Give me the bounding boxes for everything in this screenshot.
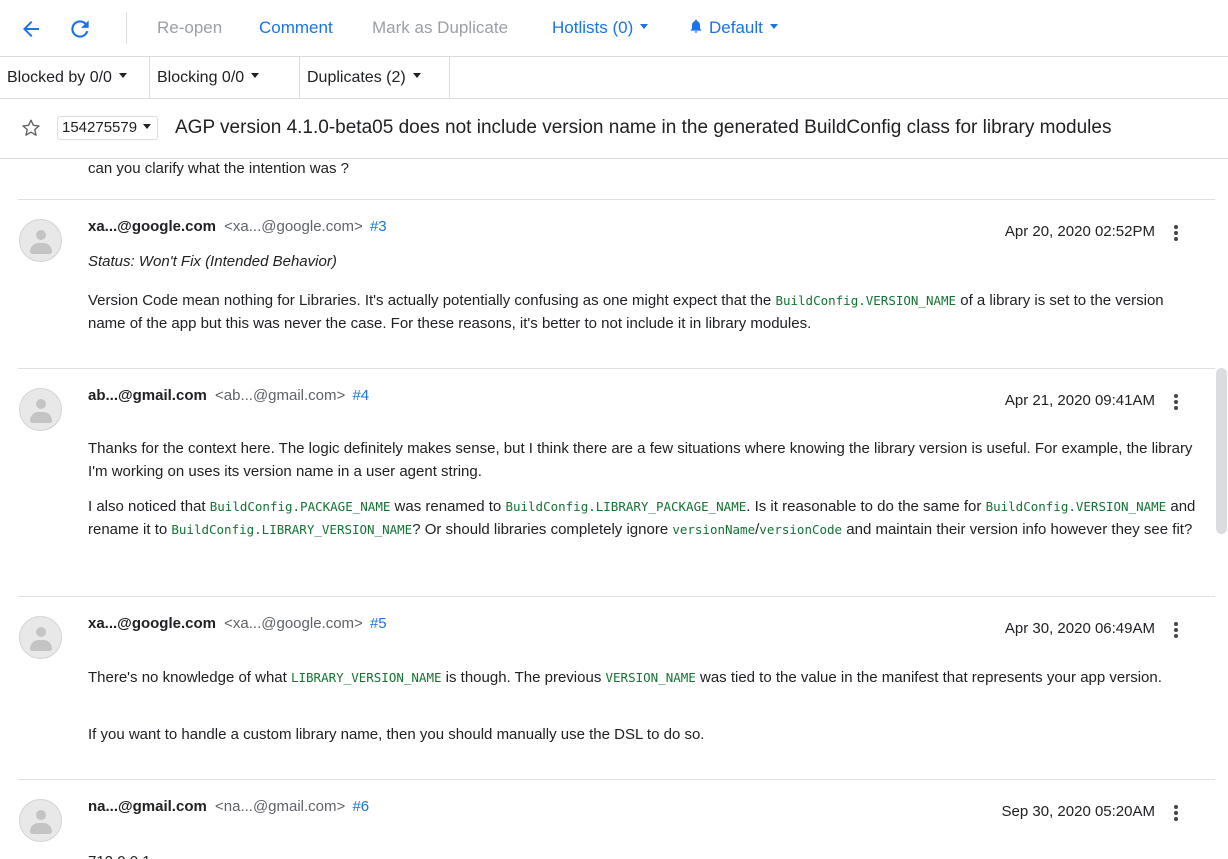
- duplicates-dropdown[interactable]: Duplicates (2): [300, 57, 450, 99]
- comment-6: na...@gmail.com <na...@gmail.com> #6 Sep…: [0, 780, 1215, 859]
- comment-body: Thanks for the context here. The logic d…: [88, 440, 1193, 480]
- hotlists-label: Hotlists (0): [552, 18, 634, 37]
- chevron-down-icon: [143, 123, 152, 129]
- comment-number-link[interactable]: #3: [370, 218, 387, 235]
- comment-timestamp: Apr 20, 2020 02:52PM: [1004, 223, 1155, 240]
- chevron-down-icon: [769, 24, 778, 30]
- issue-id: 154275579: [62, 119, 138, 136]
- more-options-icon[interactable]: [1166, 801, 1186, 825]
- duplicates-label: Duplicates (2): [307, 69, 406, 86]
- relations-bar: Blocked by 0/0 Blocking 0/0 Duplicates (…: [0, 57, 1228, 99]
- comment-body: There's no knowledge of what LIBRARY_VER…: [88, 669, 1162, 686]
- chevron-down-icon: [640, 24, 649, 30]
- comment-author-line: na...@gmail.com <na...@gmail.com> #6: [88, 797, 369, 817]
- comment-body: Version Code mean nothing for Libraries.…: [88, 292, 1164, 332]
- issue-title: AGP version 4.1.0-beta05 does not includ…: [175, 117, 1112, 138]
- more-options-icon[interactable]: [1166, 390, 1186, 414]
- notify-label: Default: [709, 18, 763, 37]
- comment-body: I also noticed that BuildConfig.PACKAGE_…: [88, 498, 1196, 538]
- author-name[interactable]: xa...@google.com: [88, 218, 216, 235]
- author-email: <xa...@google.com>: [224, 615, 363, 632]
- blocked-by-dropdown[interactable]: Blocked by 0/0: [0, 57, 150, 99]
- comment-author-line: xa...@google.com <xa...@google.com> #5: [88, 614, 387, 634]
- previous-comment-text: can you clarify what the intention was ?: [88, 160, 349, 177]
- chevron-down-icon: [251, 73, 260, 79]
- more-options-icon[interactable]: [1166, 618, 1186, 642]
- comment-5: xa...@google.com <xa...@google.com> #5 A…: [0, 597, 1215, 779]
- comments-list: can you clarify what the intention was ?…: [0, 159, 1215, 859]
- comment-number-link[interactable]: #6: [352, 798, 369, 815]
- author-name[interactable]: xa...@google.com: [88, 615, 216, 632]
- comment-button[interactable]: Comment: [259, 17, 333, 39]
- blocking-label: Blocking 0/0: [157, 69, 245, 86]
- comment-3: xa...@google.com <xa...@google.com> #3 A…: [0, 200, 1215, 368]
- comment-body: 712.0.0.1: [88, 851, 1198, 859]
- comment-author-line: xa...@google.com <xa...@google.com> #3: [88, 217, 387, 237]
- issue-id-dropdown[interactable]: 154275579: [57, 116, 159, 140]
- mark-duplicate-button[interactable]: Mark as Duplicate: [372, 17, 508, 39]
- comment-body: If you want to handle a custom library n…: [88, 726, 705, 743]
- comment-number-link[interactable]: #5: [370, 615, 387, 632]
- author-name[interactable]: na...@gmail.com: [88, 798, 207, 815]
- blocking-dropdown[interactable]: Blocking 0/0: [150, 57, 300, 99]
- blocked-by-label: Blocked by 0/0: [7, 69, 112, 86]
- comment-status: Status: Won't Fix (Intended Behavior): [88, 253, 337, 270]
- issue-tracker-app: Re-open Comment Mark as Duplicate Hotlis…: [0, 0, 1228, 859]
- chevron-down-icon: [118, 73, 127, 79]
- issue-header: 154275579 AGP version 4.1.0-beta05 does …: [0, 99, 1228, 159]
- author-email: <ab...@gmail.com>: [215, 387, 346, 404]
- notification-dropdown[interactable]: Default: [688, 17, 778, 39]
- scrollbar-thumb[interactable]: [1216, 368, 1227, 534]
- star-icon[interactable]: [20, 117, 42, 139]
- refresh-button[interactable]: [67, 16, 93, 42]
- author-email: <na...@gmail.com>: [215, 798, 346, 815]
- avatar: [19, 616, 62, 659]
- comment-4: ab...@gmail.com <ab...@gmail.com> #4 Apr…: [0, 369, 1215, 596]
- avatar: [19, 219, 62, 262]
- comment-timestamp: Apr 30, 2020 06:49AM: [1004, 620, 1155, 637]
- toolbar: Re-open Comment Mark as Duplicate Hotlis…: [0, 0, 1228, 57]
- author-name[interactable]: ab...@gmail.com: [88, 387, 207, 404]
- more-options-icon[interactable]: [1166, 221, 1186, 245]
- chevron-down-icon: [412, 73, 421, 79]
- avatar: [19, 388, 62, 431]
- comment-author-line: ab...@gmail.com <ab...@gmail.com> #4: [88, 386, 369, 406]
- bell-icon: [690, 19, 702, 33]
- comment-timestamp: Apr 21, 2020 09:41AM: [1004, 392, 1155, 409]
- refresh-icon: [71, 20, 89, 38]
- comment-number-link[interactable]: #4: [352, 387, 369, 404]
- reopen-button[interactable]: Re-open: [157, 17, 222, 39]
- toolbar-separator: [126, 12, 127, 44]
- back-button[interactable]: [18, 16, 44, 42]
- comment-timestamp: Sep 30, 2020 05:20AM: [1001, 803, 1155, 820]
- author-email: <xa...@google.com>: [224, 218, 363, 235]
- avatar: [19, 799, 62, 842]
- hotlists-dropdown[interactable]: Hotlists (0): [552, 17, 649, 39]
- arrow-left-icon: [23, 21, 39, 37]
